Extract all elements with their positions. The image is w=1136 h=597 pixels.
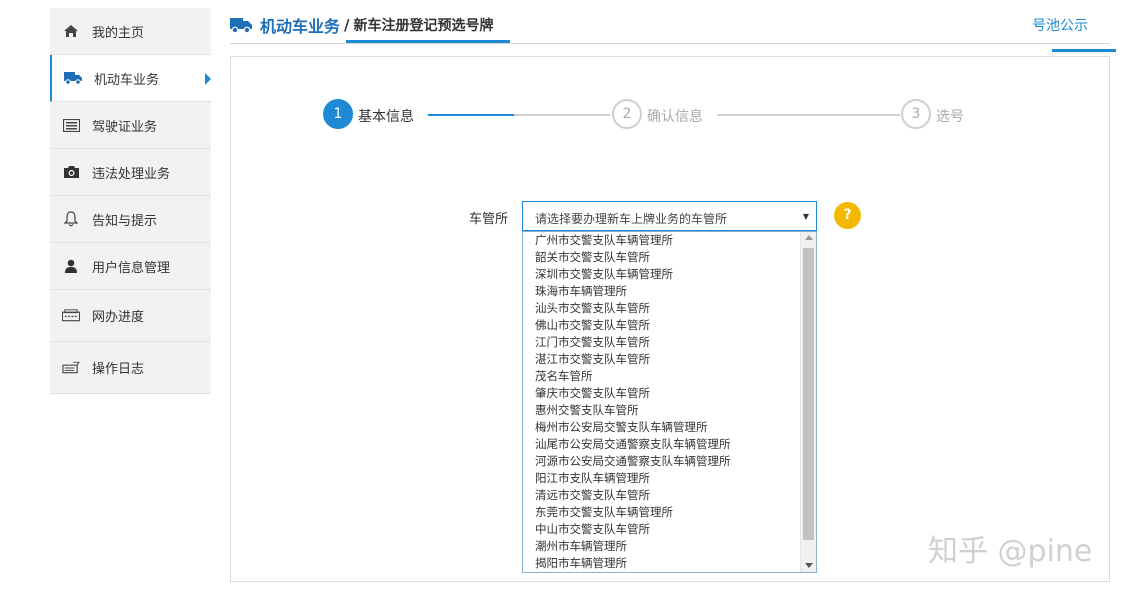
dropdown-option[interactable]: 肇庆市交警支队车管所 — [523, 385, 801, 402]
log-icon — [62, 360, 80, 376]
page-title: 新车注册登记预选号牌 — [353, 18, 494, 34]
bell-icon — [62, 211, 80, 227]
scroll-up-icon[interactable] — [805, 235, 813, 240]
sidebar-item-user[interactable]: 用户信息管理 — [50, 243, 211, 290]
dropdown-option[interactable]: 梅州市公安局交警支队车辆管理所 — [523, 419, 801, 436]
step-2-number: 2 — [612, 99, 642, 129]
dropdown-options: 广州市交警支队车辆管理所 韶关市交警支队车管所 深圳市交警支队车辆管理所 珠海市… — [523, 232, 801, 572]
sidebar-item-label: 告知与提示 — [92, 213, 158, 229]
dropdown-option[interactable]: 广州市交警支队车辆管理所 — [523, 232, 801, 249]
vehicle-office-select[interactable]: 请选择要办理新车上牌业务的车管所 ▼ — [522, 201, 817, 231]
sidebar-item-label: 我的主页 — [92, 25, 145, 41]
title-underline — [346, 40, 510, 43]
truck-icon — [64, 70, 82, 86]
page-header: 机动车业务 / 新车注册登记预选号牌 号池公示 — [230, 0, 1110, 44]
dropdown-option[interactable]: 深圳市交警支队车辆管理所 — [523, 266, 801, 283]
step-3-label: 选号 — [936, 109, 964, 125]
watermark: 知乎 @pine — [928, 534, 1093, 569]
dropdown-option[interactable]: 江门市交警支队车管所 — [523, 334, 801, 351]
dropdown-option[interactable]: 河源市公安局交通警察支队车辆管理所 — [523, 453, 801, 470]
chevron-right-icon — [205, 73, 211, 85]
dropdown-option[interactable]: 阳江市支队车辆管理所 — [523, 470, 801, 487]
dropdown-option[interactable]: 东莞市交警支队车辆管理所 — [523, 504, 801, 521]
sidebar-item-vehicle[interactable]: 机动车业务 — [50, 55, 211, 102]
step-line — [717, 114, 900, 116]
user-icon — [62, 258, 80, 274]
caret-down-icon: ▼ — [802, 212, 809, 221]
dropdown-option[interactable]: 汕头市交警支队车管所 — [523, 300, 801, 317]
truck-icon — [230, 18, 252, 34]
dropdown-option[interactable]: 湛江市交警支队车管所 — [523, 351, 801, 368]
sidebar-item-progress[interactable]: 网办进度 — [50, 290, 211, 342]
sidebar-item-log[interactable]: 操作日志 — [50, 342, 211, 394]
progress-icon — [62, 308, 80, 324]
dropdown-option[interactable]: 清远市交警支队车管所 — [523, 487, 801, 504]
sidebar-item-label: 违法处理业务 — [92, 166, 171, 182]
breadcrumb: 机动车业务 / 新车注册登记预选号牌 — [230, 13, 494, 37]
step-2-label: 确认信息 — [647, 109, 703, 125]
step-1-label: 基本信息 — [358, 109, 414, 125]
step-line — [514, 114, 610, 116]
dropdown-option[interactable]: 惠州交警支队车管所 — [523, 402, 801, 419]
dropdown-option[interactable]: 中山市交警支队车管所 — [523, 521, 801, 538]
pool-link-underline — [1052, 49, 1116, 52]
select-value: 请选择要办理新车上牌业务的车管所 — [535, 212, 728, 226]
sidebar-item-home[interactable]: 我的主页 — [50, 8, 211, 55]
plate-pool-link[interactable]: 号池公示 — [1032, 15, 1088, 35]
sidebar: 我的主页 机动车业务 驾驶证业务 违法处理业务 告知与提示 用户信息管理 网办进… — [50, 8, 211, 394]
scroll-down-icon[interactable] — [805, 563, 813, 568]
step-line-active — [428, 114, 514, 116]
dropdown-option[interactable]: 茂名车管所 — [523, 368, 801, 385]
license-card-icon — [62, 117, 80, 133]
sidebar-item-notice[interactable]: 告知与提示 — [50, 196, 211, 243]
camera-icon — [62, 164, 80, 180]
sidebar-item-label: 网办进度 — [92, 310, 145, 325]
breadcrumb-section[interactable]: 机动车业务 — [260, 13, 340, 37]
step-3-number: 3 — [901, 99, 931, 129]
sidebar-item-label: 用户信息管理 — [92, 260, 171, 276]
vehicle-office-dropdown[interactable]: 广州市交警支队车辆管理所 韶关市交警支队车管所 深圳市交警支队车辆管理所 珠海市… — [522, 231, 817, 573]
dropdown-option[interactable]: 揭阳市车辆管理所 — [523, 555, 801, 572]
help-icon[interactable]: ? — [834, 202, 861, 229]
breadcrumb-separator: / — [344, 16, 350, 34]
dropdown-scrollbar[interactable] — [800, 232, 816, 572]
dropdown-option[interactable]: 佛山市交警支队车管所 — [523, 317, 801, 334]
dropdown-option[interactable]: 韶关市交警支队车管所 — [523, 249, 801, 266]
dropdown-option[interactable]: 潮州市车辆管理所 — [523, 538, 801, 555]
sidebar-item-violation[interactable]: 违法处理业务 — [50, 149, 211, 196]
scrollbar-thumb[interactable] — [803, 248, 814, 540]
sidebar-item-license[interactable]: 驾驶证业务 — [50, 102, 211, 149]
dropdown-option[interactable]: 珠海市车辆管理所 — [523, 283, 801, 300]
step-1-number: 1 — [323, 99, 353, 129]
sidebar-item-label: 驾驶证业务 — [92, 119, 158, 135]
dropdown-option[interactable]: 汕尾市公安局交通警察支队车辆管理所 — [523, 436, 801, 453]
sidebar-item-label: 机动车业务 — [94, 72, 160, 88]
home-icon — [62, 23, 80, 39]
sidebar-item-label: 操作日志 — [92, 362, 145, 377]
vehicle-office-label: 车管所 — [469, 212, 509, 227]
